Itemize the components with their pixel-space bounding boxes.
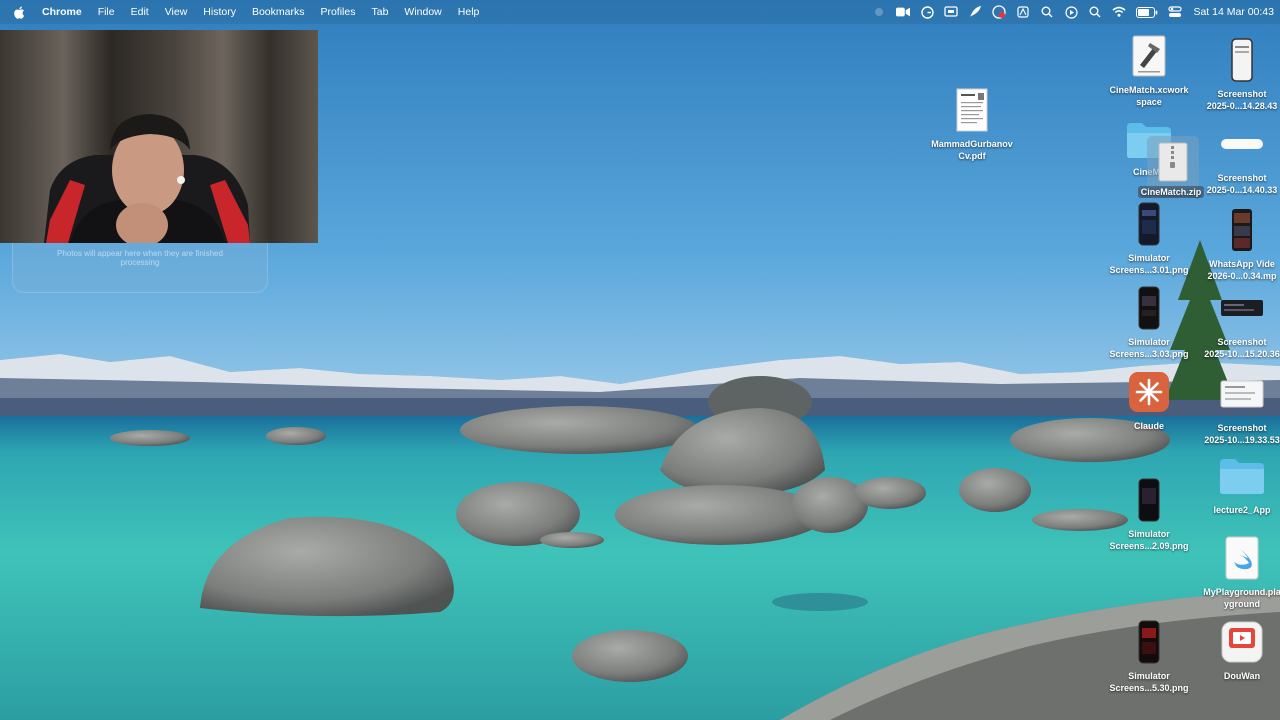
desktop-icon-label: Simulator Screens...5.30.png xyxy=(1109,671,1189,693)
webcam-overlay xyxy=(0,30,318,243)
desktop-icon-claude[interactable]: Claude xyxy=(1103,368,1195,432)
grammarly-icon[interactable] xyxy=(920,5,934,19)
screenshot-thumbnail-icon xyxy=(1125,200,1173,248)
pdf-file-icon xyxy=(948,86,996,134)
menu-history[interactable]: History xyxy=(195,6,244,18)
screenshot-thumbnail-icon xyxy=(1125,284,1173,332)
desktop-icon-label: Simulator Screens...3.03.png xyxy=(1109,337,1189,359)
screen-capture-icon[interactable] xyxy=(944,5,959,19)
desktop-icon-label: Simulator Screens...2.09.png xyxy=(1109,529,1189,551)
video-thumbnail-icon xyxy=(1218,206,1266,254)
menu-window[interactable]: Window xyxy=(396,6,449,18)
desktop-icon-label: WhatsApp Vide 2026-0...0.34.mp xyxy=(1207,259,1277,281)
desktop-icon-label: CineMatch.zip xyxy=(1137,186,1205,198)
desktop-icon-label: Screenshot 2025-10...19.33.53 xyxy=(1204,423,1280,445)
desktop-icon-screenshot-1440[interactable]: Screenshot 2025-0...14.40.33 xyxy=(1196,120,1280,196)
desktop-icon-lecture2-app[interactable]: lecture2_App xyxy=(1196,452,1280,516)
menu-tab[interactable]: Tab xyxy=(363,6,396,18)
desktop-icon-label: Screenshot 2025-0...14.28.43 xyxy=(1206,89,1278,111)
recording-dot-icon[interactable] xyxy=(872,5,886,19)
menu-bookmarks[interactable]: Bookmarks xyxy=(244,6,313,18)
wifi-icon[interactable] xyxy=(1112,5,1126,19)
desktop-icon-cinematch-workspace[interactable]: CineMatch.xcwork space xyxy=(1103,32,1195,108)
screenshot-thumbnail-icon xyxy=(1218,370,1266,418)
feather-icon[interactable] xyxy=(968,5,982,19)
menu-help[interactable]: Help xyxy=(450,6,488,18)
claude-app-icon xyxy=(1125,368,1173,416)
apple-menu-icon[interactable] xyxy=(14,6,28,19)
screenshot-thumbnail-icon xyxy=(1218,36,1266,84)
desktop-icon-label: MyPlayground.pla yground xyxy=(1203,587,1280,609)
menu-file[interactable]: File xyxy=(90,6,123,18)
photos-processing-panel: Photos will appear here when they are fi… xyxy=(12,243,268,293)
desktop-icon-simulator-209[interactable]: Simulator Screens...2.09.png xyxy=(1103,476,1195,552)
desktop-icon-screenshot-1428[interactable]: Screenshot 2025-0...14.28.43 xyxy=(1196,36,1280,112)
search-icon[interactable] xyxy=(1088,5,1102,19)
play-icon[interactable] xyxy=(1064,5,1078,19)
desktop-icon-label: Claude xyxy=(1133,421,1164,431)
desktop-icon-screenshot-1520[interactable]: Screenshot 2025-10...15.20.36 xyxy=(1196,284,1280,360)
desktop-icon-cv-pdf[interactable]: MammadGurbanov Cv.pdf xyxy=(926,86,1018,162)
desktop-icon-label: Simulator Screens...3.01.png xyxy=(1109,253,1189,275)
desktop-icon-label: MammadGurbanov Cv.pdf xyxy=(931,139,1013,161)
desktop-icon-label: CineMatch.xcwork space xyxy=(1109,85,1189,107)
menu-view[interactable]: View xyxy=(157,6,196,18)
desktop-icon-simulator-301[interactable]: Simulator Screens...3.01.png xyxy=(1103,200,1195,276)
swift-playground-icon xyxy=(1218,534,1266,582)
screenshot-thumbnail-icon xyxy=(1125,618,1173,666)
folder-icon xyxy=(1218,452,1266,500)
status-menus: Sat 14 Mar 00:43 xyxy=(867,0,1280,24)
chrome-extension-icon[interactable] xyxy=(992,5,1007,19)
menu-bar: Chrome File Edit View History Bookmarks … xyxy=(0,0,1280,24)
desktop-icon-screenshot-1933[interactable]: Screenshot 2025-10...19.33.53 xyxy=(1196,370,1280,446)
control-center-icon[interactable] xyxy=(1168,5,1183,19)
desktop-icon-myplayground[interactable]: MyPlayground.pla yground xyxy=(1196,534,1280,610)
desktop-icon-label: Screenshot 2025-0...14.40.33 xyxy=(1206,173,1278,195)
screenshot-thumbnail-icon xyxy=(1125,476,1173,524)
video-camera-icon[interactable] xyxy=(896,5,911,19)
menu-profiles[interactable]: Profiles xyxy=(312,6,363,18)
xcode-workspace-icon xyxy=(1125,32,1173,80)
desktop-icon-label: Screenshot 2025-10...15.20.36 xyxy=(1204,337,1280,359)
notes-icon[interactable] xyxy=(1016,5,1030,19)
webcam-feed-image xyxy=(0,30,318,243)
zip-file-icon xyxy=(1158,142,1188,182)
desktop-icon-whatsapp-video[interactable]: WhatsApp Vide 2026-0...0.34.mp xyxy=(1196,206,1280,282)
menu-bar-clock[interactable]: Sat 14 Mar 00:43 xyxy=(1193,6,1274,18)
dragged-zip-file[interactable] xyxy=(1147,136,1199,188)
desktop-icon-simulator-303[interactable]: Simulator Screens...3.03.png xyxy=(1103,284,1195,360)
douwan-app-icon xyxy=(1218,618,1266,666)
desktop-icon-label: lecture2_App xyxy=(1213,505,1271,515)
menu-chrome[interactable]: Chrome xyxy=(40,6,90,18)
battery-icon[interactable] xyxy=(1136,5,1158,19)
photos-processing-message: Photos will appear here when they are fi… xyxy=(57,249,223,267)
desktop-icon-label: DouWan xyxy=(1223,671,1261,681)
screenshot-thumbnail-icon xyxy=(1218,120,1266,168)
screenshot-thumbnail-icon xyxy=(1218,284,1266,332)
desktop-icon-douwan[interactable]: DouWan xyxy=(1196,618,1280,682)
spotlight-icon[interactable] xyxy=(1040,5,1054,19)
desktop-icon-simulator-530[interactable]: Simulator Screens...5.30.png xyxy=(1103,618,1195,694)
menu-edit[interactable]: Edit xyxy=(123,6,157,18)
